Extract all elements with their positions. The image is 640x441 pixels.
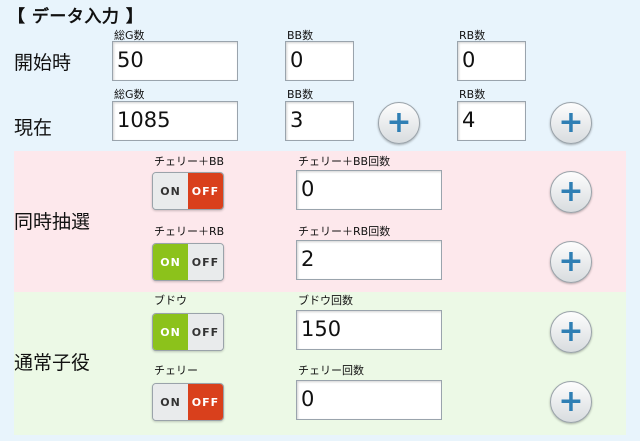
toggle-on-segment: ON — [153, 173, 188, 209]
normal-roles-label: 通常子役 — [14, 352, 91, 374]
current-row-label: 現在 — [14, 117, 53, 139]
cherry-bb-count-field[interactable]: 0 — [296, 170, 442, 210]
toggle-on-segment: ON — [153, 314, 188, 350]
current-total-games-label: 総G数 — [114, 88, 145, 101]
cherry-bb-toggle-label: チェリー＋BB — [154, 155, 225, 168]
current-rb-label: RB数 — [459, 88, 486, 101]
cherry-toggle[interactable]: ON OFF — [152, 383, 224, 421]
budou-plus-button[interactable]: + — [550, 311, 592, 353]
start-rb-field[interactable]: 0 — [457, 41, 526, 81]
toggle-off-segment: OFF — [188, 244, 223, 280]
rb-plus-button[interactable]: + — [550, 102, 592, 144]
current-total-games-field[interactable]: 1085 — [112, 101, 238, 141]
current-rb-field[interactable]: 4 — [457, 101, 526, 141]
cherry-bb-plus-button[interactable]: + — [550, 171, 592, 213]
cherry-count-label: チェリー回数 — [298, 364, 364, 377]
plus-icon: + — [558, 105, 584, 140]
bb-plus-button[interactable]: + — [378, 102, 420, 144]
cherry-bb-count-label: チェリー＋BB回数 — [298, 155, 391, 168]
plus-icon: + — [558, 314, 584, 349]
toggle-on-segment: ON — [153, 384, 188, 420]
budou-count-field[interactable]: 150 — [296, 310, 442, 350]
cherry-plus-button[interactable]: + — [550, 381, 592, 423]
cherry-bb-toggle[interactable]: ON OFF — [152, 172, 224, 210]
cherry-toggle-label: チェリー — [154, 364, 198, 377]
current-bb-label: BB数 — [287, 88, 314, 101]
budou-toggle[interactable]: ON OFF — [152, 313, 224, 351]
cherry-count-field[interactable]: 0 — [296, 380, 442, 420]
budou-toggle-label: ブドウ — [154, 294, 187, 307]
cherry-rb-toggle[interactable]: ON OFF — [152, 243, 224, 281]
section-title: 【 データ入力 】 — [8, 7, 144, 27]
plus-icon: + — [558, 244, 584, 279]
start-bb-field[interactable]: 0 — [285, 41, 354, 81]
toggle-off-segment: OFF — [188, 384, 223, 420]
toggle-off-segment: OFF — [188, 314, 223, 350]
cherry-rb-plus-button[interactable]: + — [550, 241, 592, 283]
plus-icon: + — [558, 384, 584, 419]
cherry-rb-toggle-label: チェリー＋RB — [154, 225, 225, 238]
current-bb-field[interactable]: 3 — [285, 101, 354, 141]
start-row-label: 開始時 — [14, 52, 72, 74]
simultaneous-label: 同時抽選 — [14, 211, 91, 233]
cherry-rb-count-field[interactable]: 2 — [296, 240, 442, 280]
budou-count-label: ブドウ回数 — [298, 294, 353, 307]
cherry-rb-count-label: チェリー＋RB回数 — [298, 225, 391, 238]
plus-icon: + — [558, 174, 584, 209]
toggle-on-segment: ON — [153, 244, 188, 280]
start-total-games-field[interactable]: 50 — [112, 41, 238, 81]
plus-icon: + — [386, 105, 412, 140]
toggle-off-segment: OFF — [188, 173, 223, 209]
